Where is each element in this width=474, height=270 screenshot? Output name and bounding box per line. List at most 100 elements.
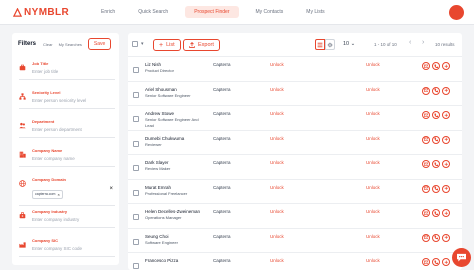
nav-quick-search[interactable]: Quick Search (132, 6, 174, 18)
company-name[interactable]: Capterra (213, 160, 231, 165)
nav-prospect-finder[interactable]: Prospect Finder (185, 6, 239, 18)
add-to-list-action[interactable] (442, 184, 450, 193)
row-checkbox[interactable] (133, 214, 139, 220)
unlock-email-link[interactable]: Unlock (270, 160, 284, 165)
company-industry-input[interactable]: Enter company industry (19, 217, 115, 222)
table-row[interactable]: Ariel Shousman Senior Software Engineer … (128, 82, 462, 106)
filter-company-industry[interactable]: Company Industry Enter company industry (19, 209, 115, 228)
email-action[interactable] (422, 135, 430, 144)
company-name[interactable]: Capterra (213, 111, 231, 116)
row-checkbox[interactable] (133, 140, 139, 147)
table-row[interactable]: Dark Slayer Review Maker Capterra Unlock… (128, 155, 462, 180)
table-row[interactable]: Francesco Pizza Capterra Unlock Unlock (128, 253, 462, 270)
add-to-list-action[interactable] (442, 86, 450, 95)
unlock-phone-link[interactable]: Unlock (366, 258, 380, 263)
company-name[interactable]: Capterra (213, 258, 231, 263)
contact-name[interactable]: Dark Slayer (145, 160, 169, 165)
phone-action[interactable] (432, 62, 440, 70)
row-checkbox[interactable] (133, 189, 139, 196)
phone-action[interactable] (432, 184, 440, 193)
unlock-email-link[interactable]: Unlock (270, 62, 284, 67)
contact-name[interactable]: Ariel Shousman (145, 87, 177, 92)
email-action[interactable] (422, 62, 430, 70)
select-all-checkbox[interactable] (132, 41, 138, 47)
filter-job-title[interactable]: Job Title Enter job title (19, 61, 115, 80)
clear-domain-icon[interactable]: × (109, 186, 113, 192)
row-checkbox[interactable] (133, 263, 139, 269)
unlock-email-link[interactable]: Unlock (270, 234, 284, 239)
avatar[interactable] (449, 5, 464, 20)
email-action[interactable] (422, 258, 430, 266)
unlock-email-link[interactable]: Unlock (270, 136, 284, 141)
unlock-phone-link[interactable]: Unlock (366, 234, 380, 239)
row-checkbox[interactable] (133, 165, 139, 171)
job-title-input[interactable]: Enter job title (19, 69, 115, 74)
export-button[interactable]: Export (183, 39, 220, 51)
company-name[interactable]: Capterra (213, 234, 231, 239)
settings-toggle[interactable] (325, 39, 335, 50)
contact-name[interactable]: Francesco Pizza (145, 258, 178, 263)
unlock-email-link[interactable]: Unlock (270, 87, 284, 92)
nav-my-contacts[interactable]: My Contacts (250, 6, 290, 18)
add-to-list-button[interactable]: + List (153, 39, 181, 51)
chat-button[interactable] (452, 248, 471, 267)
contact-name[interactable]: Andrew Stowe (145, 111, 174, 116)
add-to-list-action[interactable] (442, 160, 450, 168)
phone-action[interactable] (432, 160, 440, 168)
add-to-list-action[interactable] (442, 111, 450, 119)
phone-action[interactable] (432, 111, 440, 119)
add-to-list-action[interactable] (442, 258, 450, 266)
unlock-phone-link[interactable]: Unlock (366, 160, 380, 165)
contact-name[interactable]: Helen Decelles-Zweineman (145, 209, 200, 214)
logo[interactable]: NYMBLR (13, 7, 83, 18)
table-row[interactable]: Murat Emrah Professional Freelancer Capt… (128, 180, 462, 204)
contact-name[interactable]: Liz Nish (145, 62, 161, 67)
prev-page-icon[interactable]: ‹ (409, 39, 411, 46)
phone-action[interactable] (432, 86, 440, 95)
phone-action[interactable] (432, 258, 440, 266)
contact-name[interactable]: Murat Emrah (145, 185, 171, 190)
company-name-input[interactable]: Enter company name (19, 156, 115, 161)
filter-company-name[interactable]: Company Name Enter company name (19, 148, 115, 167)
table-row[interactable]: Dumebi Chukwuma Reviewer Capterra Unlock… (128, 131, 462, 155)
table-row[interactable]: Liz Nish Product Director Capterra Unloc… (128, 57, 462, 82)
unlock-phone-link[interactable]: Unlock (366, 111, 380, 116)
filter-company-sic[interactable]: Company SIC Enter company SIC code (19, 238, 115, 257)
email-action[interactable] (422, 233, 430, 242)
unlock-phone-link[interactable]: Unlock (366, 87, 380, 92)
row-checkbox[interactable] (133, 91, 139, 98)
company-name[interactable]: Capterra (213, 136, 231, 141)
company-name[interactable]: Capterra (213, 87, 231, 92)
select-dropdown-chevron-down-icon[interactable]: ▾ (141, 41, 144, 47)
chip-remove-icon[interactable]: × (57, 192, 59, 197)
filter-seniority-level[interactable]: Seniority Level Enter person seniority l… (19, 90, 115, 109)
filter-department[interactable]: Department Enter person department (19, 119, 115, 138)
table-row[interactable]: Seung Choi Software Engineer Capterra Un… (128, 229, 462, 253)
list-view-toggle[interactable] (315, 39, 325, 50)
add-to-list-action[interactable] (442, 209, 450, 217)
company-name[interactable]: Capterra (213, 185, 231, 190)
row-checkbox[interactable] (133, 238, 139, 245)
phone-action[interactable] (432, 209, 440, 217)
my-searches-link[interactable]: My Searches (59, 42, 82, 47)
email-action[interactable] (422, 184, 430, 193)
seniority-level-input[interactable]: Enter person seniority level (19, 98, 115, 103)
company-name[interactable]: Capterra (213, 209, 231, 214)
unlock-email-link[interactable]: Unlock (270, 258, 284, 263)
table-row[interactable]: Andrew Stowe Senior Software Engineer An… (128, 106, 462, 131)
clear-filters-link[interactable]: Clear (43, 42, 53, 47)
row-checkbox[interactable] (133, 67, 139, 73)
save-search-button[interactable]: Save (87, 38, 112, 50)
email-action[interactable] (422, 160, 430, 168)
nav-my-lists[interactable]: My Lists (300, 6, 330, 18)
unlock-email-link[interactable]: Unlock (270, 209, 284, 214)
domain-chip[interactable]: capterra.com × (32, 189, 63, 199)
company-sic-input[interactable]: Enter company SIC code (19, 246, 115, 251)
unlock-phone-link[interactable]: Unlock (366, 185, 380, 190)
contact-name[interactable]: Seung Choi (145, 234, 169, 239)
phone-action[interactable] (432, 233, 440, 242)
phone-action[interactable] (432, 135, 440, 144)
unlock-phone-link[interactable]: Unlock (366, 62, 380, 67)
per-page-select[interactable]: 10 ⌄ (343, 41, 355, 47)
email-action[interactable] (422, 111, 430, 119)
